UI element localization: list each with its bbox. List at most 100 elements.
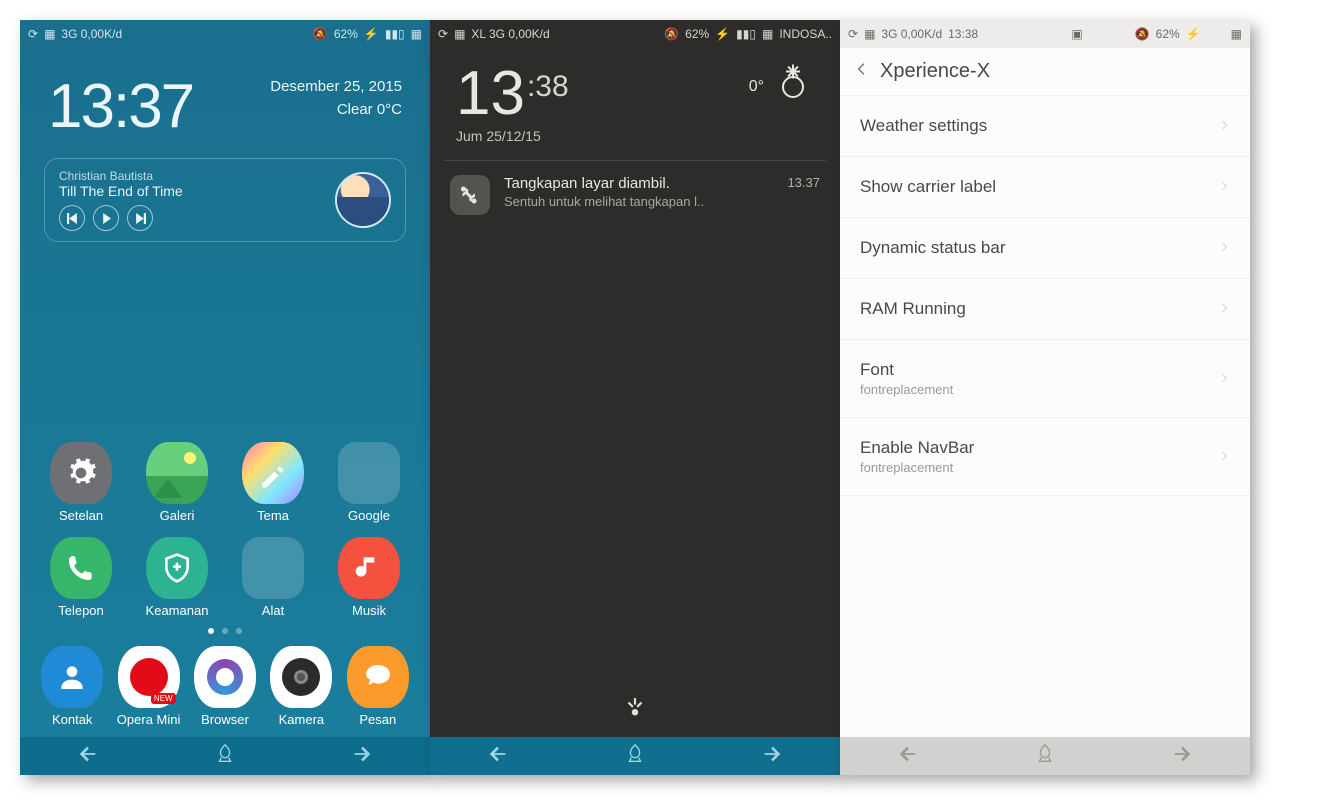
nav-recent[interactable] (1171, 743, 1193, 770)
music-title: Till The End of Time (59, 183, 325, 199)
app-label: Pesan (359, 712, 396, 727)
rotate-icon: ⟳ (28, 27, 38, 41)
nav-back[interactable] (77, 743, 99, 770)
qr-icon: ▦ (864, 27, 875, 41)
settings-item-label: RAM Running (860, 299, 966, 319)
chevron-right-icon (1218, 447, 1230, 467)
clock-time: 13:37 (48, 76, 193, 138)
app-label: Galeri (160, 508, 195, 523)
settings-item[interactable]: Show carrier label (840, 157, 1250, 218)
nav-bar (430, 737, 840, 775)
app-label: Browser (201, 712, 249, 727)
settings-item[interactable]: Enable NavBar fontreplacement (840, 418, 1250, 496)
nav-recent[interactable] (351, 743, 373, 770)
folder-alat[interactable]: Alat (230, 537, 316, 618)
app-setelan[interactable]: Setelan (38, 442, 124, 523)
settings-item-label: Weather settings (860, 116, 987, 136)
bolt-icon: ⚡ (715, 27, 730, 41)
settings-item-sub: fontreplacement (860, 382, 953, 397)
folder-google[interactable]: Google (326, 442, 412, 523)
qr-icon: ▦ (454, 27, 465, 41)
settings-item-label: Show carrier label (860, 177, 996, 197)
app-galeri[interactable]: Galeri (134, 442, 220, 523)
mute-icon: 🔕 (313, 27, 328, 41)
battery-icon: ▮▮▯ (385, 27, 405, 41)
status-bar: ⟳ ▦ XL 3G 0,00K/d 🔕 62% ⚡ ▮▮▯ ▦ INDOSA.. (430, 20, 840, 48)
music-widget[interactable]: Christian Bautista Till The End of Time (44, 158, 406, 242)
app-label: Tema (257, 508, 289, 523)
battery-label: 62% (334, 27, 358, 41)
app-telepon[interactable]: Telepon (38, 537, 124, 618)
status-bar: ⟳ ▦ 3G 0,00K/d 🔕 62% ⚡ ▮▮▯ ▦ (20, 20, 430, 48)
dock-kontak[interactable]: Kontak (38, 646, 106, 727)
notification-item[interactable]: Tangkapan layar diambil. Sentuh untuk me… (430, 161, 840, 229)
next-button[interactable] (127, 205, 153, 231)
app-label: Telepon (58, 603, 104, 618)
chevron-right-icon (1218, 177, 1230, 197)
shade-clock[interactable]: 13 :38 0° (430, 48, 840, 128)
app-grid: Setelan Galeri Tema Google Telepon (20, 432, 430, 622)
status-time: 13:38 (948, 27, 978, 41)
screenshot-icon (450, 175, 490, 215)
settings-item-label: Font (860, 360, 953, 380)
carrier-label: XL 3G 0,00K/d (471, 27, 549, 41)
app-label: Musik (352, 603, 386, 618)
dock-kamera[interactable]: Kamera (267, 646, 335, 727)
nav-bar (840, 737, 1250, 775)
carrier-right: INDOSA.. (779, 27, 832, 41)
chevron-right-icon (1218, 299, 1230, 319)
app-tema[interactable]: Tema (230, 442, 316, 523)
shade-handle[interactable] (622, 666, 648, 737)
app-keamanan[interactable]: Keamanan (134, 537, 220, 618)
rotate-icon: ⟳ (438, 27, 448, 41)
shade-date: Jum 25/12/15 (430, 128, 840, 160)
clock-widget[interactable]: 13:37 Desember 25, 2015 Clear 0°C (20, 48, 430, 146)
nav-recent[interactable] (761, 743, 783, 770)
page-indicator[interactable] (20, 622, 430, 640)
nav-home[interactable] (1034, 743, 1056, 770)
app-label: Opera Mini (117, 712, 181, 727)
notif-title: Tangkapan layar diambil. (504, 175, 773, 192)
dock-browser[interactable]: Browser (191, 646, 259, 727)
back-button[interactable] (854, 60, 870, 83)
qr-icon: ▦ (411, 27, 422, 41)
shade-weather[interactable]: 0° (749, 66, 814, 108)
clock-minutes: :38 (527, 70, 569, 104)
dock-pesan[interactable]: Pesan (344, 646, 412, 727)
settings-item-label: Dynamic status bar (860, 238, 1006, 258)
status-bar: ⟳ ▦ 3G 0,00K/d 13:38 ▣ 🔕 62% ⚡ ▦ (840, 20, 1250, 48)
settings-item[interactable]: Dynamic status bar (840, 218, 1250, 279)
settings-item-sub: fontreplacement (860, 460, 974, 475)
app-label: Kontak (52, 712, 92, 727)
nav-bar (20, 737, 430, 775)
nav-home[interactable] (624, 743, 646, 770)
app-badge-icon: ▣ (1071, 27, 1082, 41)
nav-home[interactable] (214, 743, 236, 770)
chevron-right-icon (1218, 238, 1230, 258)
dock-opera[interactable]: NEW Opera Mini (114, 646, 182, 727)
bolt-icon: ⚡ (364, 27, 379, 41)
dock: Kontak NEW Opera Mini Browser Kamera Pes… (20, 640, 430, 737)
notif-subtitle: Sentuh untuk melihat tangkapan l.. (504, 194, 773, 209)
battery-label: 62% (1156, 27, 1180, 41)
app-musik[interactable]: Musik (326, 537, 412, 618)
app-label: Kamera (279, 712, 325, 727)
settings-item[interactable]: Font fontreplacement (840, 340, 1250, 418)
clock-date: Desember 25, 2015 (270, 76, 402, 99)
settings-item[interactable]: Weather settings (840, 96, 1250, 157)
network-label: 3G 0,00K/d (61, 27, 122, 41)
app-label: Google (348, 508, 390, 523)
nav-back[interactable] (897, 743, 919, 770)
settings-item-label: Enable NavBar (860, 438, 974, 458)
settings-screen: ⟳ ▦ 3G 0,00K/d 13:38 ▣ 🔕 62% ⚡ ▦ Xperien… (840, 20, 1250, 775)
settings-item[interactable]: RAM Running (840, 279, 1250, 340)
prev-button[interactable] (59, 205, 85, 231)
temp-label: 0° (749, 78, 764, 96)
home-screen: ⟳ ▦ 3G 0,00K/d 🔕 62% ⚡ ▮▮▯ ▦ 13:37 Desem… (20, 20, 430, 775)
play-button[interactable] (93, 205, 119, 231)
nav-back[interactable] (487, 743, 509, 770)
sun-icon (772, 66, 814, 108)
app-label: Keamanan (146, 603, 209, 618)
bolt-icon: ⚡ (1186, 27, 1201, 41)
mute-icon: 🔕 (664, 27, 679, 41)
